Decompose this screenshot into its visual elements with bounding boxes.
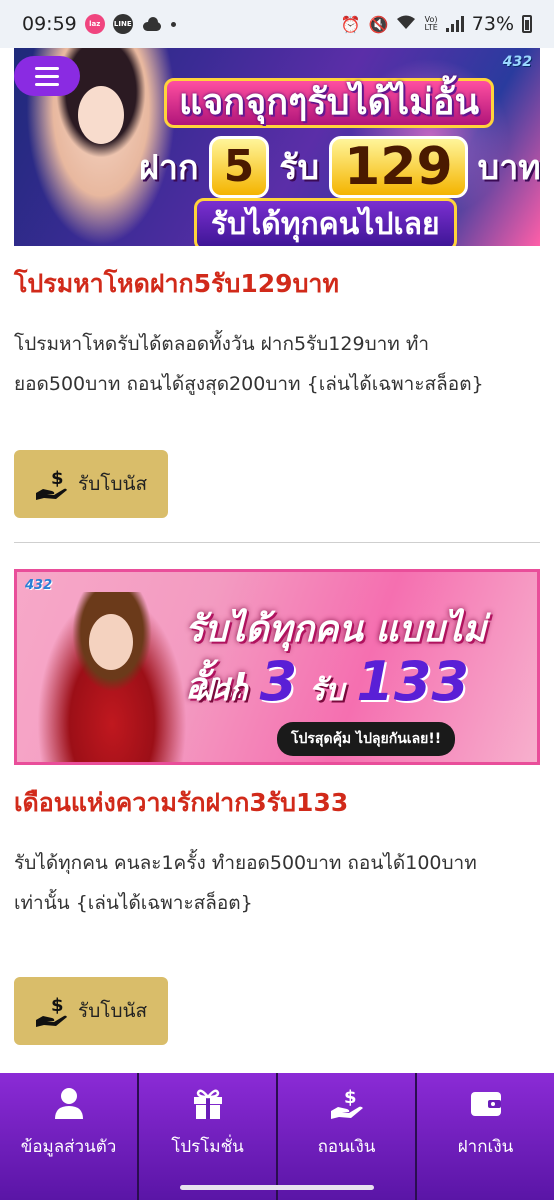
banner-deposit-word: ฝาก — [195, 673, 248, 708]
banner-offer-row: ฝาก 3 รับ 133 — [195, 650, 469, 714]
svg-text:$: $ — [51, 468, 64, 489]
banner-offer-row: ฝาก 5 รับ 129 บาท — [139, 136, 540, 198]
banner-receive-word: รับ — [309, 673, 345, 708]
promo-description: โปรมหาโหดรับได้ตลอดทั้งวัน ฝาก5รับ129บาท… — [14, 333, 484, 395]
hand-money-icon: $ — [36, 468, 67, 500]
banner-currency: บาท — [477, 148, 540, 188]
promo-title: เดือนแห่งความรักฝาก3รับ133 — [14, 788, 349, 817]
nav-promotions-label: โปรโมชั่น — [171, 1137, 244, 1157]
battery-percent: 73% — [471, 13, 514, 35]
svg-text:$: $ — [51, 995, 64, 1016]
claim-bonus-label: รับโบนัส — [78, 1001, 148, 1022]
banner-deposit-amount: 3 — [259, 650, 298, 713]
brand-logo: 432 — [502, 54, 532, 70]
banner-subline: รับได้ทุกคนไปเลย — [194, 198, 457, 246]
nav-deposit-label: ฝากเงิน — [457, 1137, 514, 1157]
lazada-icon: laz — [84, 14, 105, 34]
cloud-icon — [141, 17, 163, 31]
home-indicator[interactable] — [180, 1185, 374, 1190]
banner-deposit-amount: 5 — [208, 136, 270, 198]
wifi-icon — [396, 14, 416, 34]
banner-receive-word: รับ — [279, 148, 320, 188]
battery-icon — [522, 15, 532, 33]
menu-bar-icon — [35, 82, 59, 86]
banner-deposit-word: ฝาก — [139, 148, 199, 188]
user-icon — [54, 1088, 83, 1119]
menu-bar-icon — [35, 66, 59, 70]
line-icon: LINE — [112, 14, 133, 34]
bottom-navigation: ข้อมูลส่วนตัว โปรโมชั่น $ ถอนเงิน ฝากเงิ… — [0, 1073, 554, 1200]
banner-pill: โปรสุดคุ้ม ไปลุยกันเลย!! — [277, 722, 456, 756]
claim-bonus-button[interactable]: $ รับโบนัส — [14, 977, 168, 1045]
volte-indicator: Vo) LTE — [424, 15, 438, 32]
promo-banner-1[interactable]: 432 แจกจุกๆรับได้ไม่อั้น ฝาก 5 รับ 129 บ… — [14, 48, 540, 246]
wallet-icon — [470, 1092, 501, 1116]
nav-withdraw-label: ถอนเงิน — [317, 1137, 376, 1157]
signal-icon — [445, 16, 464, 32]
nav-withdraw[interactable]: $ ถอนเงิน — [278, 1073, 415, 1200]
hand-money-icon: $ — [330, 1087, 363, 1119]
brand-logo: 432 — [25, 578, 53, 593]
claim-bonus-label: รับโบนัส — [78, 474, 148, 495]
notification-dot-icon — [170, 21, 176, 27]
gift-icon — [193, 1089, 222, 1119]
banner-receive-amount: 133 — [356, 650, 470, 713]
status-time: 09:59 — [22, 13, 77, 35]
divider — [14, 542, 540, 543]
hand-money-icon: $ — [36, 995, 67, 1027]
nav-promotions[interactable]: โปรโมชั่น — [139, 1073, 276, 1200]
promo-list: 432 แจกจุกๆรับได้ไม่อั้น ฝาก 5 รับ 129 บ… — [14, 48, 540, 1045]
alarm-icon: ⏰ — [340, 14, 361, 34]
nav-deposit[interactable]: ฝากเงิน — [417, 1073, 554, 1200]
promo-description: รับได้ทุกคน คนละ1ครั้ง ทำยอด500บาท ถอนได… — [14, 852, 477, 914]
nav-profile-label: ข้อมูลส่วนตัว — [20, 1137, 117, 1157]
mute-icon: 🔇 — [368, 14, 389, 34]
claim-bonus-button[interactable]: $ รับโบนัส — [14, 450, 168, 518]
menu-bar-icon — [35, 74, 59, 78]
status-bar: 09:59 laz LINE ⏰ 🔇 Vo) LTE 73% — [0, 0, 554, 48]
hamburger-menu-button[interactable] — [14, 56, 80, 96]
promo-title: โปรมหาโหดฝาก5รับ129บาท — [14, 269, 339, 298]
nav-profile[interactable]: ข้อมูลส่วนตัว — [0, 1073, 137, 1200]
banner-headline: แจกจุกๆรับได้ไม่อั้น — [164, 78, 495, 128]
banner-model-image — [37, 592, 187, 762]
banner-receive-amount: 129 — [329, 136, 468, 198]
promo-banner-2[interactable]: 432 รับได้ทุกคน แบบไม่อั้น! ฝาก 3 รับ 13… — [14, 569, 540, 765]
svg-text:$: $ — [344, 1087, 357, 1108]
